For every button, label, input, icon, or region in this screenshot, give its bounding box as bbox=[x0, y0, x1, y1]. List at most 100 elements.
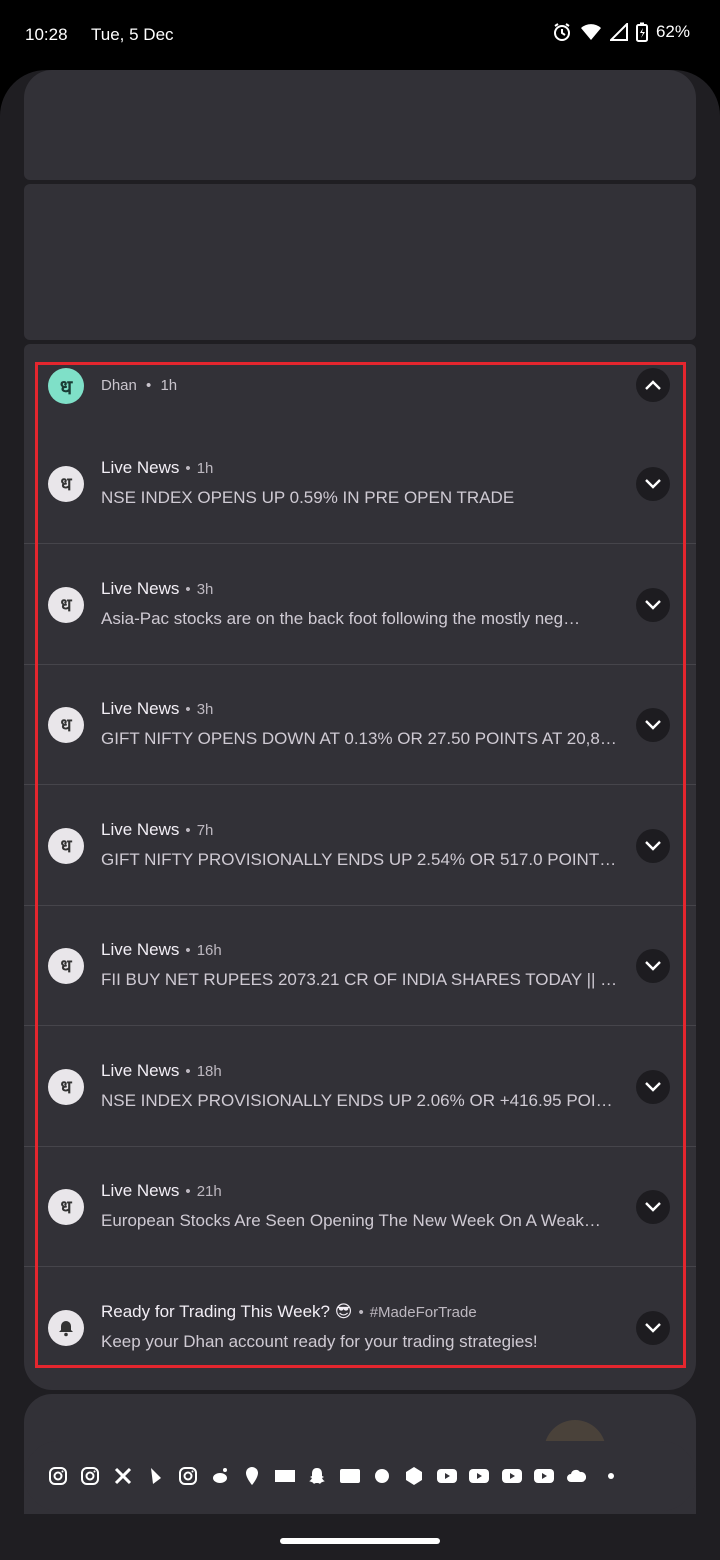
chevron-down-icon bbox=[645, 720, 661, 730]
cloud-icon[interactable] bbox=[566, 1466, 587, 1486]
expand-button[interactable] bbox=[636, 949, 670, 983]
notification-time: 18h bbox=[196, 1062, 222, 1080]
notification-shade: ध Dhan • 1h ध Live News • 1h NSE INDEX OPENS… bbox=[0, 70, 720, 1560]
notification-row[interactable]: ध Live News • 3h Asia-Pac stocks are on the … bbox=[24, 545, 696, 665]
notification-title: Live News bbox=[101, 578, 180, 598]
separator-dot: • bbox=[185, 821, 191, 839]
notification-title: Live News bbox=[101, 699, 180, 718]
gesture-navigation-bar[interactable] bbox=[280, 1538, 440, 1544]
group-title: Dhan • 1h bbox=[101, 377, 177, 394]
expand-button[interactable] bbox=[636, 828, 670, 863]
dhan-icon: ध bbox=[48, 827, 84, 864]
notification-title: Ready for Trading This Week? 😎 bbox=[101, 1301, 353, 1321]
dhan-icon: ध bbox=[48, 1189, 84, 1225]
instagram-icon[interactable] bbox=[80, 1466, 100, 1486]
notification-time: 7h bbox=[196, 821, 214, 839]
battery-charging-icon bbox=[635, 22, 648, 42]
chevron-down-icon bbox=[645, 599, 661, 610]
instagram-icon[interactable] bbox=[48, 1466, 68, 1486]
separator-dot: • bbox=[146, 377, 152, 394]
separator-dot: • bbox=[185, 701, 191, 718]
swiggy-instamart-icon[interactable] bbox=[404, 1466, 424, 1486]
group-app-name: Dhan bbox=[101, 377, 137, 394]
youtube-icon[interactable] bbox=[501, 1466, 522, 1486]
notification-row[interactable]: ध Live News • 21h European Stocks Are Seen O… bbox=[24, 1147, 696, 1267]
notification-time: 1h bbox=[196, 460, 214, 477]
alarm-icon bbox=[553, 23, 570, 41]
group-time: 1h bbox=[160, 377, 178, 394]
notification-row[interactable]: ध Live News • 3h GIFT NIFTY OPENS DOWN AT 0.… bbox=[24, 665, 696, 785]
dhan-icon: ध bbox=[48, 1068, 84, 1105]
separator-dot: • bbox=[185, 1183, 191, 1200]
dhan-icon: ध bbox=[48, 707, 84, 743]
notification-card-blank[interactable] bbox=[24, 70, 696, 180]
separator-dot: • bbox=[185, 580, 191, 598]
notification-body: GIFT NIFTY PROVISIONALLY ENDS UP 2.54% O… bbox=[101, 849, 621, 869]
notification-card-blank[interactable] bbox=[24, 184, 696, 340]
notification-title: Live News bbox=[101, 940, 180, 959]
notification-title-line: Live News • 7h bbox=[101, 820, 213, 840]
notification-title: Live News bbox=[101, 819, 180, 839]
notification-row[interactable]: ध Live News • 16h FII BUY NET RUPEES 2073.21… bbox=[24, 906, 696, 1026]
notification-title-line: Live News • 3h bbox=[101, 699, 213, 719]
zomato-icon[interactable] bbox=[274, 1466, 295, 1486]
notification-title: Live News bbox=[101, 1181, 180, 1200]
notification-time: 3h bbox=[196, 580, 214, 598]
chevron-down-icon bbox=[645, 1322, 661, 1333]
separator-dot: • bbox=[358, 1303, 364, 1321]
separator-dot: • bbox=[185, 942, 191, 959]
notification-app-icon-bar[interactable] bbox=[24, 1441, 696, 1511]
x-icon[interactable] bbox=[113, 1466, 133, 1486]
notification-title: Live News bbox=[101, 458, 180, 477]
notification-body: FII BUY NET RUPEES 2073.21 CR OF INDIA S… bbox=[101, 970, 621, 989]
reddit-icon[interactable] bbox=[210, 1466, 230, 1486]
expand-button[interactable] bbox=[636, 1069, 670, 1104]
settings-app-icon[interactable] bbox=[372, 1466, 392, 1486]
notification-time: 16h bbox=[196, 942, 222, 959]
notification-time: 21h bbox=[196, 1183, 222, 1200]
bell-icon bbox=[48, 1309, 84, 1346]
expand-button[interactable] bbox=[636, 1310, 670, 1345]
swiggy-icon[interactable] bbox=[242, 1466, 262, 1486]
collapse-button[interactable] bbox=[636, 368, 670, 402]
chevron-down-icon bbox=[645, 840, 661, 851]
notification-title-line: Live News • 18h bbox=[101, 1061, 222, 1081]
youtube-icon[interactable] bbox=[469, 1466, 490, 1486]
notification-body: Asia-Pac stocks are on the back foot fol… bbox=[101, 608, 581, 628]
expand-button[interactable] bbox=[636, 587, 670, 622]
instagram-icon[interactable] bbox=[178, 1466, 198, 1486]
notification-body: GIFT NIFTY OPENS DOWN AT 0.13% OR 27.50 … bbox=[101, 729, 617, 748]
rapido-icon[interactable] bbox=[145, 1466, 165, 1486]
dhan-icon: ध bbox=[48, 948, 84, 984]
notification-row[interactable]: ध Live News • 1h NSE INDEX OPENS UP 0.59% IN… bbox=[24, 424, 696, 544]
notification-title: Live News bbox=[101, 1060, 180, 1080]
signal-icon bbox=[609, 23, 628, 41]
separator-dot: • bbox=[185, 460, 191, 477]
chevron-down-icon bbox=[645, 1081, 661, 1092]
wifi-icon bbox=[580, 24, 601, 40]
notification-title-line: Live News • 21h bbox=[101, 1181, 222, 1201]
notification-title-line: Live News • 16h bbox=[101, 940, 222, 960]
paytm-icon[interactable] bbox=[339, 1466, 360, 1486]
notification-body: Keep your Dhan account ready for your tr… bbox=[101, 1331, 538, 1351]
expand-button[interactable] bbox=[636, 1190, 670, 1224]
chevron-up-icon bbox=[645, 380, 661, 390]
notification-row[interactable]: ध Live News • 18h NSE INDEX PROVISIONALLY EN… bbox=[24, 1027, 696, 1147]
expand-button[interactable] bbox=[636, 708, 670, 742]
notification-title-line: Live News • 1h bbox=[101, 458, 213, 478]
snapchat-icon[interactable] bbox=[307, 1466, 327, 1486]
battery-percent: 62% bbox=[655, 22, 690, 41]
youtube-icon[interactable] bbox=[436, 1466, 457, 1486]
group-header[interactable]: ध Dhan • 1h bbox=[24, 344, 696, 424]
notification-row[interactable]: ध Live News • 7h GIFT NIFTY PROVISIONALLY EN… bbox=[24, 786, 696, 906]
expand-button[interactable] bbox=[636, 467, 670, 501]
notification-row[interactable]: Ready for Trading This Week? 😎 • #MadeForT… bbox=[24, 1268, 696, 1388]
notification-time: 3h bbox=[196, 701, 214, 718]
status-bar: 10:28 Tue, 5 Dec 62% bbox=[0, 0, 720, 70]
dhan-app-icon: ध bbox=[48, 368, 84, 404]
chevron-down-icon bbox=[645, 479, 661, 489]
youtube-icon[interactable] bbox=[534, 1466, 554, 1486]
dhan-notification-group: ध Dhan • 1h ध Live News • 1h NSE INDEX OPENS… bbox=[24, 344, 696, 1390]
notification-time: #MadeForTrade bbox=[369, 1303, 477, 1321]
more-dot-icon bbox=[608, 1473, 614, 1479]
